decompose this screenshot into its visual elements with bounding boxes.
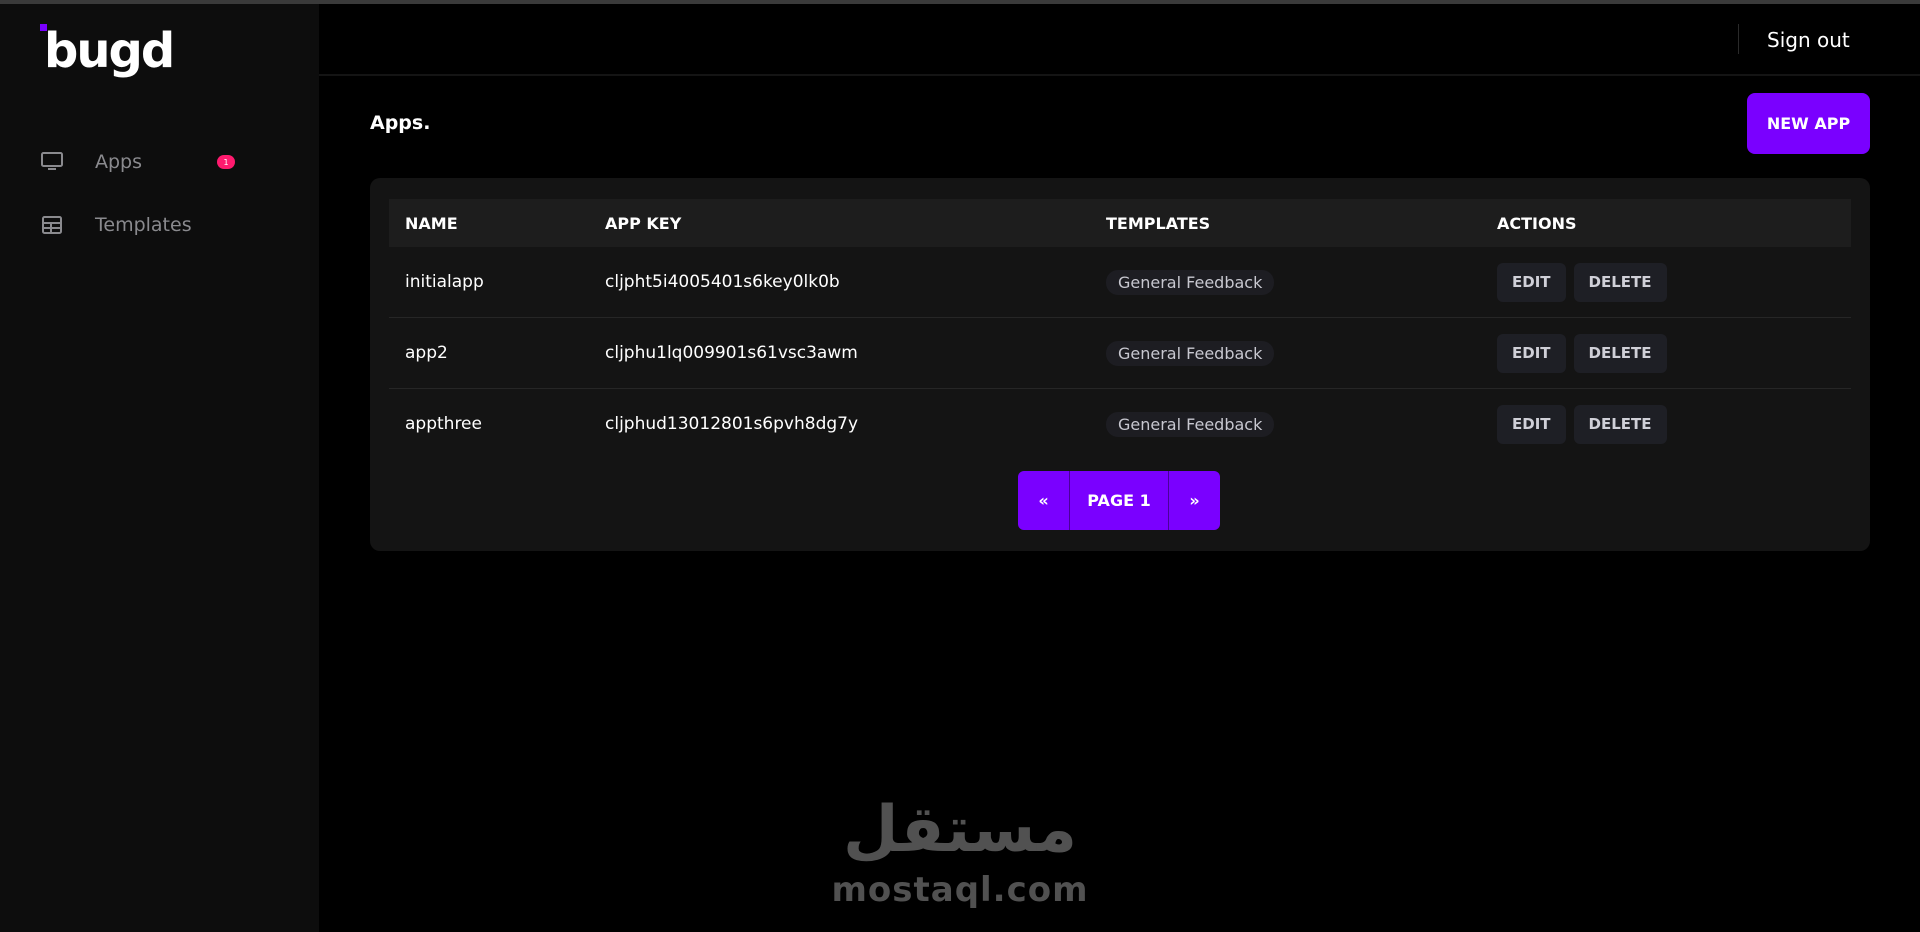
edit-button[interactable]: EDIT	[1497, 333, 1566, 373]
header-divider	[1738, 24, 1739, 54]
sidebar: bugd Apps 1 Templates	[0, 4, 319, 932]
new-app-button[interactable]: NEW APP	[1747, 93, 1870, 154]
app-root: bugd Apps 1 Templates Sign out Apps. NEW…	[0, 0, 1920, 932]
page-title: Apps.	[370, 112, 431, 134]
sidebar-item-label: Templates	[95, 214, 192, 236]
next-page-button[interactable]: »	[1169, 471, 1220, 530]
actions-cell: EDIT DELETE	[1497, 389, 1675, 459]
table-row: appthree cljphud13012801s6pvh8dg7y Gener…	[389, 389, 1851, 460]
column-header-app-key: APP KEY	[605, 213, 682, 233]
template-tag[interactable]: General Feedback	[1106, 340, 1275, 366]
column-header-actions: ACTIONS	[1497, 213, 1577, 233]
template-tag[interactable]: General Feedback	[1106, 411, 1275, 437]
edit-button[interactable]: EDIT	[1497, 404, 1566, 444]
top-header: Sign out	[319, 4, 1920, 76]
sidebar-item-apps[interactable]: Apps 1	[40, 142, 300, 182]
current-page-button[interactable]: PAGE 1	[1070, 471, 1168, 530]
sidebar-item-label: Apps	[95, 151, 143, 173]
app-name-cell: app2	[405, 343, 448, 363]
sidebar-item-templates[interactable]: Templates	[40, 205, 300, 245]
table-row: initialapp cljpht5i4005401s6key0lk0b Gen…	[389, 247, 1851, 318]
delete-button[interactable]: DELETE	[1573, 404, 1667, 444]
app-key-cell: cljphu1lq009901s61vsc3awm	[605, 343, 858, 363]
watermark-arabic: مستقل	[842, 793, 1078, 867]
prev-page-button[interactable]: «	[1018, 471, 1069, 530]
table-icon	[40, 213, 64, 237]
delete-button[interactable]: DELETE	[1573, 262, 1667, 302]
table-row: app2 cljphu1lq009901s61vsc3awm General F…	[389, 318, 1851, 389]
column-header-templates: TEMPLATES	[1106, 213, 1211, 233]
watermark-latin: mostaql.com	[831, 870, 1089, 910]
template-cell: General Feedback	[1106, 247, 1275, 317]
actions-cell: EDIT DELETE	[1497, 318, 1675, 388]
column-header-name: NAME	[405, 213, 458, 233]
apps-count-badge: 1	[217, 155, 235, 169]
template-cell: General Feedback	[1106, 318, 1275, 388]
template-tag[interactable]: General Feedback	[1106, 269, 1275, 295]
template-cell: General Feedback	[1106, 389, 1275, 459]
logo-text: bugd	[44, 23, 175, 79]
app-key-cell: cljphud13012801s6pvh8dg7y	[605, 414, 859, 434]
pagination: « PAGE 1 »	[1018, 471, 1220, 530]
brand-logo[interactable]: bugd	[40, 23, 175, 84]
app-name-cell: appthree	[405, 414, 482, 434]
table-header: NAME APP KEY TEMPLATES ACTIONS	[389, 199, 1851, 247]
monitor-icon	[40, 150, 64, 174]
app-key-cell: cljpht5i4005401s6key0lk0b	[605, 272, 840, 292]
watermark: مستقل mostaql.com	[831, 790, 1087, 920]
delete-button[interactable]: DELETE	[1573, 333, 1667, 373]
apps-table-card: NAME APP KEY TEMPLATES ACTIONS initialap…	[370, 178, 1870, 551]
actions-cell: EDIT DELETE	[1497, 247, 1675, 317]
sign-out-link[interactable]: Sign out	[1767, 28, 1850, 52]
edit-button[interactable]: EDIT	[1497, 262, 1566, 302]
app-name-cell: initialapp	[405, 272, 484, 292]
